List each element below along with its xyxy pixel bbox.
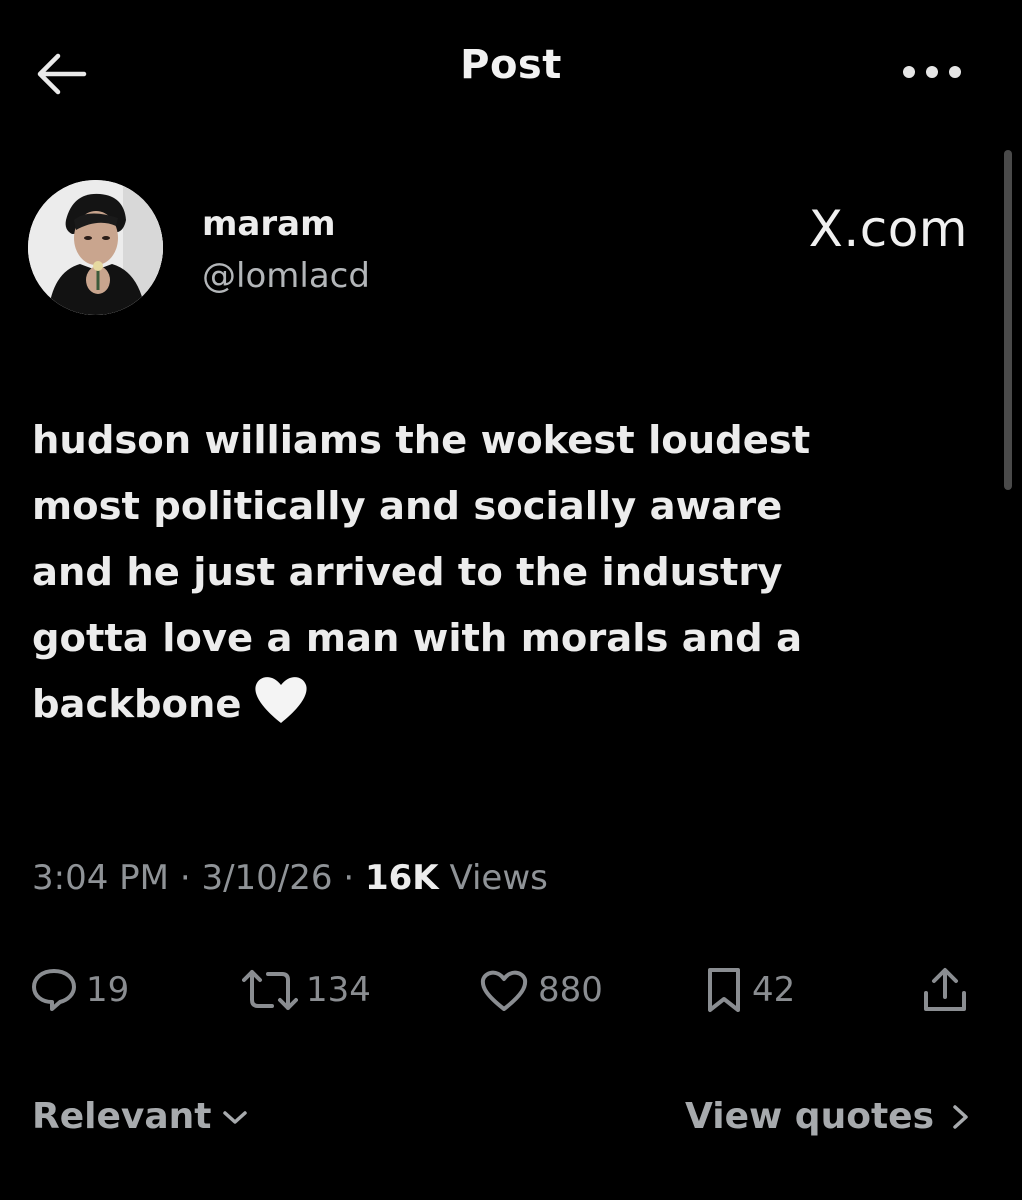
sort-replies-button[interactable]: Relevant <box>32 1096 250 1137</box>
repost-count: 134 <box>306 970 371 1010</box>
reply-icon <box>32 969 76 1011</box>
avatar-image <box>28 180 163 315</box>
post-body: hudson williams the wokest loudest most … <box>32 418 811 727</box>
share-button[interactable] <box>920 955 970 1025</box>
repost-button[interactable]: 134 <box>242 955 371 1025</box>
post-meta: 3:04 PM · 3/10/26 · 16K Views <box>32 858 548 898</box>
source-watermark: X.com <box>808 200 968 258</box>
chevron-down-icon <box>222 1110 247 1124</box>
avatar[interactable] <box>28 180 163 315</box>
reply-button[interactable]: 19 <box>30 955 129 1025</box>
author-name[interactable]: maram <box>202 204 336 244</box>
heart-outline-icon <box>480 970 528 1011</box>
more-horizontal-icon <box>903 66 961 78</box>
share-icon <box>924 968 966 1011</box>
post-date: 3/10/26 <box>201 858 333 898</box>
action-bar: 19 134 880 42 <box>0 955 1022 1025</box>
meta-separator: · <box>343 858 355 898</box>
post-text: hudson williams the wokest loudest most … <box>32 408 982 746</box>
bookmark-icon <box>708 968 740 1012</box>
chevron-right-icon <box>953 1104 968 1129</box>
more-options-button[interactable] <box>892 52 972 92</box>
sort-label: Relevant <box>32 1096 212 1137</box>
meta-separator: · <box>179 858 191 898</box>
page-title: Post <box>460 42 562 88</box>
white-heart-icon <box>252 673 310 746</box>
scrollbar[interactable] <box>1004 150 1012 490</box>
views-label: Views <box>449 858 548 898</box>
bookmark-count: 42 <box>752 970 796 1010</box>
view-quotes-link[interactable]: View quotes <box>685 1096 974 1137</box>
view-quotes-label: View quotes <box>685 1096 934 1137</box>
author-handle[interactable]: @lomlacd <box>202 256 370 296</box>
reply-count: 19 <box>86 970 130 1010</box>
like-button[interactable]: 880 <box>478 955 603 1025</box>
post-time: 3:04 PM <box>32 858 169 898</box>
bookmark-button[interactable]: 42 <box>704 955 795 1025</box>
views-count: 16K <box>364 858 439 898</box>
like-count: 880 <box>538 970 603 1010</box>
repost-icon <box>242 970 298 1010</box>
post-page: Post maram @lomlacd X.com hudson william… <box>0 0 1022 1200</box>
